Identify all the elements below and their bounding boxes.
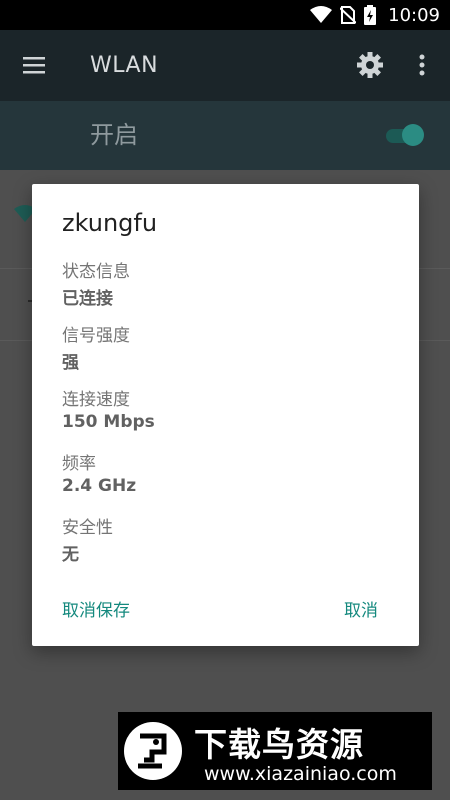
switch-label: 开启 <box>90 121 138 149</box>
cancel-button[interactable]: 取消 <box>344 596 378 621</box>
frequency-label: 频率 <box>62 454 96 474</box>
gear-icon[interactable] <box>355 50 385 80</box>
forget-network-button[interactable]: 取消保存 <box>62 596 130 621</box>
wlan-toggle[interactable] <box>384 124 424 148</box>
more-vert-icon[interactable] <box>412 50 432 80</box>
wifi-icon <box>310 6 333 24</box>
watermark-url: www.xiazainiao.com <box>204 763 397 785</box>
dialog-title: zkungfu <box>62 209 158 237</box>
no-sim-icon <box>340 6 357 24</box>
watermark-name: 下载鸟资源 <box>194 725 364 764</box>
bird-logo-icon <box>124 722 182 780</box>
link-speed-value: 150 Mbps <box>62 412 155 432</box>
security-label: 安全性 <box>62 518 113 538</box>
network-details-dialog: zkungfu 状态信息 已连接 信号强度 强 连接速度 150 Mbps 频率… <box>32 184 419 646</box>
battery-charging-icon <box>364 5 377 25</box>
signal-strength-value: 强 <box>62 353 79 373</box>
status-value: 已连接 <box>62 289 113 309</box>
link-speed-label: 连接速度 <box>62 390 130 410</box>
frequency-value: 2.4 GHz <box>62 476 137 496</box>
security-value: 无 <box>62 545 79 565</box>
watermark-banner: 下载鸟资源 www.xiazainiao.com <box>118 712 432 790</box>
status-bar: 10:09 <box>0 0 450 30</box>
page-title: WLAN <box>90 53 159 78</box>
wlan-switch-row[interactable]: 开启 <box>0 101 450 170</box>
app-bar: WLAN <box>0 30 450 101</box>
status-label: 状态信息 <box>62 262 130 282</box>
signal-strength-label: 信号强度 <box>62 326 130 346</box>
clock: 10:09 <box>388 4 440 26</box>
toggle-thumb <box>402 124 424 146</box>
menu-icon[interactable] <box>22 53 48 77</box>
